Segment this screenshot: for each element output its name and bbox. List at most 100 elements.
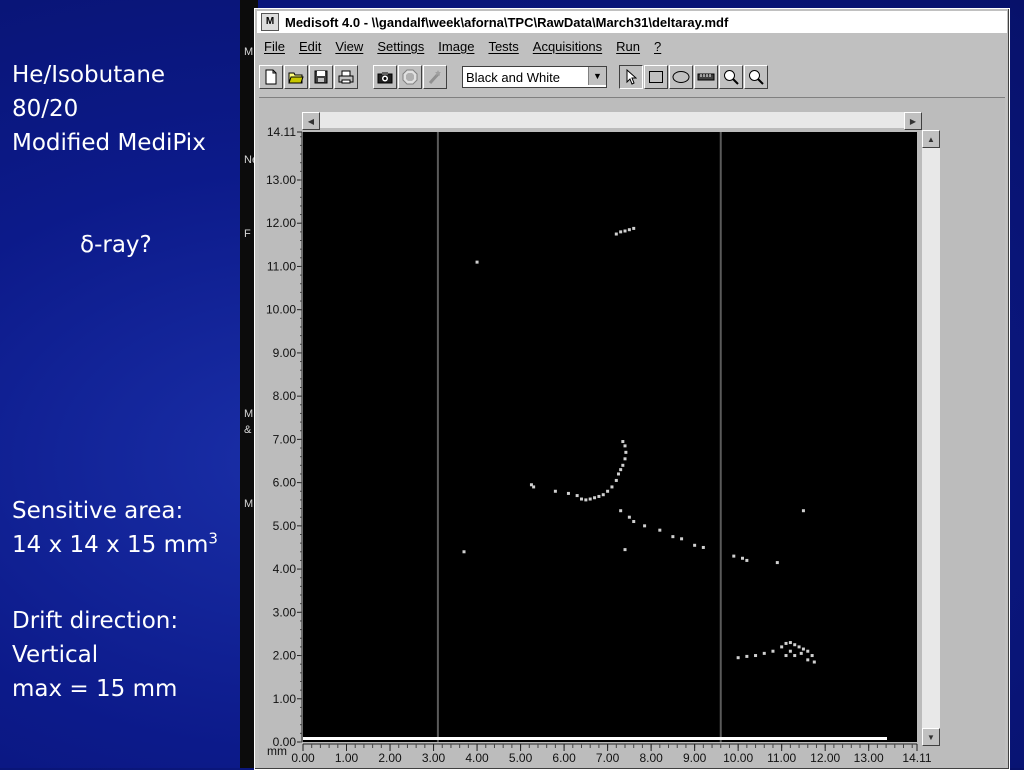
drift-info: Drift direction: Vertical max = 15 mm <box>12 604 178 706</box>
wand-icon[interactable] <box>423 65 447 89</box>
hit-pixel <box>754 654 758 658</box>
save-disk-icon[interactable] <box>309 65 333 89</box>
title-bar[interactable]: M Medisoft 4.0 - \\gandalf\week\aforna\T… <box>257 11 1007 33</box>
hit-pixel <box>593 496 597 500</box>
hit-pixel <box>575 494 579 498</box>
y-tick-label: 14.11 <box>267 125 296 139</box>
y-tick-label: 13.00 <box>266 173 296 187</box>
x-tick-label: 2.00 <box>378 751 402 765</box>
hit-pixel <box>610 485 614 489</box>
sensitive-area-label: Sensitive area: <box>12 498 184 524</box>
hit-pixel <box>579 497 583 501</box>
gas-description: He/Isobutane 80/20 Modified MediPix <box>12 58 206 160</box>
hit-pixel <box>671 535 675 539</box>
hit-pixel <box>797 645 801 649</box>
stop-icon[interactable] <box>398 65 422 89</box>
x-tick-label: 5.00 <box>509 751 533 765</box>
background-fragment: & <box>244 424 252 436</box>
menu-settings[interactable]: Settings <box>370 39 431 54</box>
hit-pixel <box>619 509 623 513</box>
y-tick-label: 1.00 <box>273 692 297 706</box>
hit-pixel <box>627 515 631 519</box>
hit-pixel <box>801 509 805 513</box>
hit-pixel <box>784 641 788 645</box>
delta-ray-label: δ-ray? <box>80 232 152 258</box>
detector-name: Modified MediPix <box>12 130 206 156</box>
hit-pixel <box>658 528 662 532</box>
hit-pixel <box>588 497 592 501</box>
window-title: Medisoft 4.0 - \\gandalf\week\aforna\TPC… <box>285 14 729 30</box>
medisoft-window: M Medisoft 4.0 - \\gandalf\week\aforna\T… <box>254 8 1010 770</box>
detector-image[interactable]: 14.11 13.00 12.00 11.00 10.00 9.00 8.00 7.00 6.0… <box>259 98 1005 768</box>
hit-pixel <box>784 654 788 658</box>
menu-bar: File Edit View Settings Image Tests Acqu… <box>257 35 1007 57</box>
x-tick-label: 1.00 <box>335 751 359 765</box>
hit-pixel <box>614 232 618 236</box>
y-tick-label: 8.00 <box>273 389 297 403</box>
sensitive-area-value: 14 x 14 x 15 mm3 <box>12 528 218 562</box>
sensitive-area-dimensions: 14 x 14 x 15 mm <box>12 532 209 558</box>
drift-max: max = 15 mm <box>12 676 178 702</box>
image-bottom-border <box>303 737 887 740</box>
y-tick-label: 3.00 <box>273 605 297 619</box>
menu-view[interactable]: View <box>328 39 370 54</box>
x-tick-label: 14.11 <box>902 751 931 765</box>
menu-file[interactable]: File <box>257 39 292 54</box>
menu-image[interactable]: Image <box>431 39 481 54</box>
new-file-icon[interactable] <box>259 65 283 89</box>
hit-pixel <box>601 493 605 497</box>
hit-pixel <box>621 463 625 467</box>
hit-pixel <box>775 561 779 565</box>
menu-edit[interactable]: Edit <box>292 39 328 54</box>
y-tick-label: 5.00 <box>273 519 297 533</box>
zoom-out-icon[interactable] <box>744 65 768 89</box>
hit-pixel <box>632 226 636 230</box>
zoom-in-icon[interactable] <box>719 65 743 89</box>
hit-pixel <box>643 524 647 528</box>
hit-pixel <box>745 558 749 562</box>
hit-pixel <box>614 478 618 482</box>
x-tick-label: 6.00 <box>552 751 576 765</box>
chevron-down-icon[interactable]: ▼ <box>588 67 606 85</box>
print-icon[interactable] <box>334 65 358 89</box>
x-tick-label: 9.00 <box>683 751 707 765</box>
x-tick-label: 0.00 <box>291 751 315 765</box>
hit-pixel <box>553 489 557 493</box>
menu-tests[interactable]: Tests <box>481 39 525 54</box>
y-tick-label: 12.00 <box>266 216 296 230</box>
hit-pixel <box>623 457 627 461</box>
x-tick-label: 7.00 <box>596 751 620 765</box>
ellipse-icon[interactable] <box>669 65 693 89</box>
hit-pixel <box>701 545 705 549</box>
hit-pixel <box>597 494 601 498</box>
hit-pixel <box>693 543 697 547</box>
menu-help[interactable]: ? <box>647 39 668 54</box>
open-folder-icon[interactable] <box>284 65 308 89</box>
hit-pixel <box>810 654 814 658</box>
app-icon[interactable]: M <box>261 13 279 31</box>
pixel-matrix[interactable] <box>303 132 917 742</box>
y-tick-label: 7.00 <box>273 432 297 446</box>
menu-acquisitions[interactable]: Acquisitions <box>526 39 609 54</box>
hit-pixel <box>619 230 623 234</box>
camera-icon[interactable] <box>373 65 397 89</box>
hit-pixel <box>606 489 610 493</box>
pointer-arrow-icon[interactable] <box>619 65 643 89</box>
hit-pixel <box>529 483 533 487</box>
menu-run[interactable]: Run <box>609 39 647 54</box>
color-mode-value: Black and White <box>466 69 560 85</box>
hit-pixel <box>621 440 625 444</box>
x-tick-label: 13.00 <box>854 751 884 765</box>
hit-pixel <box>680 537 684 541</box>
hit-pixel <box>793 643 797 647</box>
ruler-icon[interactable] <box>694 65 718 89</box>
y-tick-label: 2.00 <box>273 649 297 663</box>
toolbar: Black and White ▼ <box>259 61 1005 93</box>
hit-pixel <box>624 450 628 454</box>
hit-pixel <box>741 556 745 560</box>
color-mode-select[interactable]: Black and White ▼ <box>462 66 607 88</box>
rectangle-icon[interactable] <box>644 65 668 89</box>
hit-pixel <box>806 649 810 653</box>
background-fragment: M <box>244 408 254 420</box>
hit-pixel <box>806 658 810 662</box>
